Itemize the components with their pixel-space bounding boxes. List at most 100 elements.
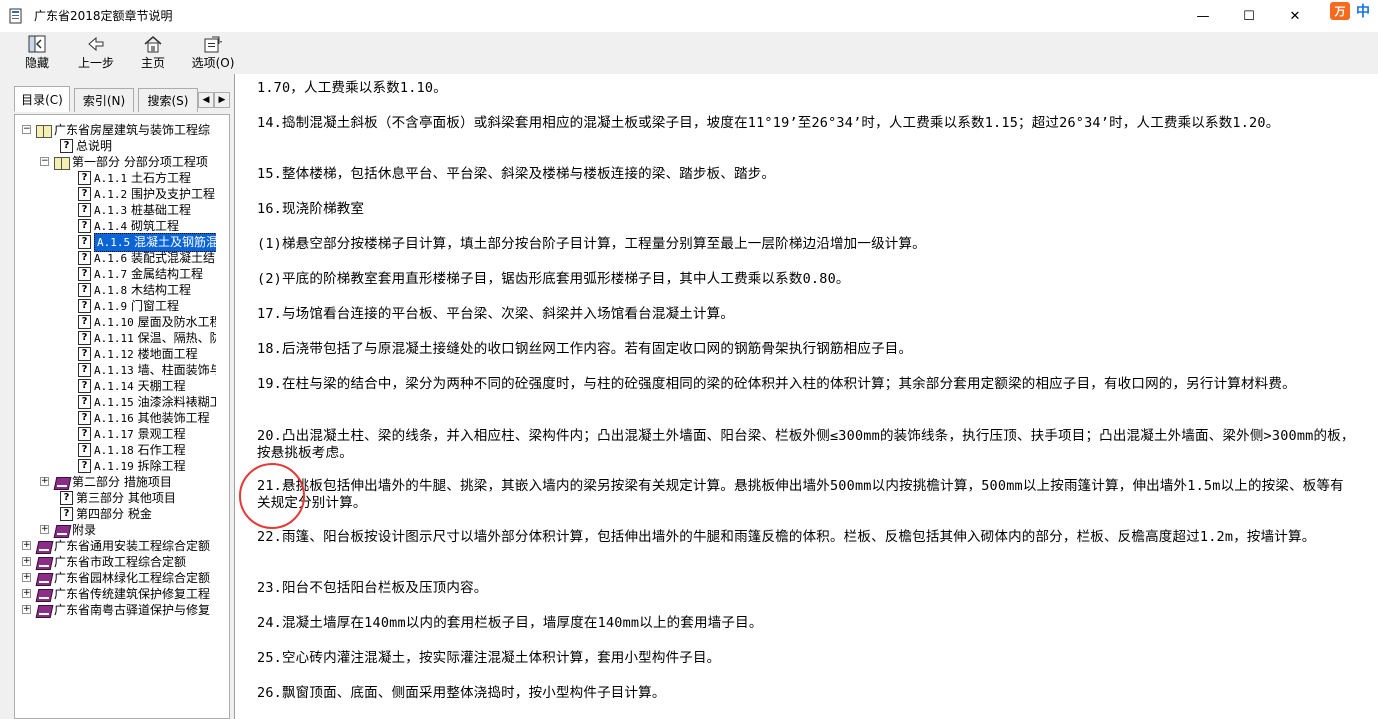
item-name: 混凝土及钢筋混	[133, 234, 216, 249]
help-topic-icon: ?	[78, 315, 91, 329]
expand-icon[interactable]: +	[22, 605, 31, 614]
options-icon	[204, 36, 222, 53]
tree-node-a11[interactable]: ? A.1.1 土石方工程	[78, 170, 191, 186]
item-name: 其他装饰工程	[137, 410, 210, 425]
tree-node-a110[interactable]: ? A.1.10 屋面及防水工程	[78, 314, 216, 330]
item-code: A.1.15	[94, 395, 134, 409]
item-code: A.1.19	[94, 459, 134, 473]
expand-icon[interactable]: +	[22, 589, 31, 598]
paragraph-14: 14.捣制混凝土斜板（不含亭面板）或斜梁套用相应的混凝土板或梁子目，坡度在11°…	[257, 115, 1280, 131]
tree-node-a16[interactable]: ? A.1.6 装配式混凝土结	[78, 250, 215, 266]
back-button[interactable]: 上一步	[76, 34, 116, 74]
help-topic-icon: ?	[78, 443, 91, 457]
topic-content[interactable]: 1.70，人工费乘以系数1.10。 14.捣制混凝土斜板（不含亭面板）或斜梁套用…	[234, 74, 1378, 719]
tree-node-label: 总说明	[76, 139, 113, 153]
tree-node-ancient-road[interactable]: + 广东省南粤古驿道保护与修复	[22, 602, 210, 618]
item-name: 保温、隔热、防	[137, 330, 216, 345]
minimize-button[interactable]: —	[1180, 0, 1226, 32]
tree-node-a119[interactable]: ? A.1.19 拆除工程	[78, 458, 186, 474]
item-name: 木结构工程	[130, 282, 191, 297]
item-code: A.1.16	[94, 411, 134, 425]
open-book-icon	[36, 124, 52, 138]
ime-language-indicator[interactable]: 中	[1356, 1, 1370, 21]
item-name: 门窗工程	[130, 298, 179, 313]
tree-node-a13[interactable]: ? A.1.3 桩基础工程	[78, 202, 191, 218]
tree-node-part4[interactable]: ? 第四部分 税金	[60, 506, 152, 522]
help-topic-icon: ?	[60, 507, 73, 521]
back-arrow-icon	[88, 36, 104, 52]
closed-book-icon	[36, 588, 51, 601]
options-button[interactable]: 选项(O)	[190, 34, 236, 74]
expand-icon[interactable]: +	[22, 557, 31, 566]
tree-node-a17[interactable]: ? A.1.7 金属结构工程	[78, 266, 203, 282]
hide-pane-icon	[28, 35, 46, 53]
paragraph-23: 23.阳台不包括阳台栏板及压顶内容。	[257, 580, 488, 596]
tree-node-traditional[interactable]: + 广东省传统建筑保护修复工程	[22, 586, 210, 602]
tree-node-a112[interactable]: ? A.1.12 楼地面工程	[78, 346, 198, 362]
tree-node-a15-selected[interactable]: ? A.1.5 混凝土及钢筋混	[78, 232, 216, 252]
tree-node-landscape[interactable]: + 广东省园林绿化工程综合定额	[22, 570, 210, 586]
ime-logo-icon[interactable]: 万	[1330, 2, 1350, 20]
collapse-icon[interactable]: −	[40, 157, 49, 166]
item-name: 天棚工程	[137, 378, 186, 393]
help-topic-icon: ?	[60, 491, 73, 505]
tree-node-a111[interactable]: ? A.1.11 保温、隔热、防	[78, 330, 216, 346]
help-topic-icon: ?	[78, 219, 91, 233]
minimize-icon: —	[1196, 8, 1210, 24]
closed-book-icon	[36, 572, 51, 585]
collapse-icon[interactable]: −	[22, 125, 31, 134]
maximize-button[interactable]: ☐	[1226, 0, 1272, 32]
help-app-icon	[9, 8, 22, 24]
closed-book-icon	[54, 476, 69, 489]
expand-icon[interactable]: +	[40, 525, 49, 534]
tree-node-a118[interactable]: ? A.1.18 石作工程	[78, 442, 186, 458]
tree-node-a19[interactable]: ? A.1.9 门窗工程	[78, 298, 179, 314]
tree-node-a114[interactable]: ? A.1.14 天棚工程	[78, 378, 186, 394]
item-code: A.1.13	[94, 363, 134, 377]
home-icon	[144, 36, 162, 53]
tree-node-a115[interactable]: ? A.1.15 油漆涂料裱糊工	[78, 394, 216, 410]
item-name: 装配式混凝土结	[130, 250, 215, 265]
paragraph-26: 26.飘窗顶面、底面、侧面采用整体浇捣时，按小型构件子目计算。	[257, 685, 666, 701]
item-code: A.1.18	[94, 443, 134, 457]
help-topic-icon: ?	[78, 203, 91, 217]
home-button[interactable]: 主页	[138, 34, 168, 74]
tree-node-part3[interactable]: ? 第三部分 其他项目	[60, 490, 176, 506]
tree-node-a116[interactable]: ? A.1.16 其他装饰工程	[78, 410, 210, 426]
expand-icon[interactable]: +	[22, 541, 31, 550]
paragraph-22: 22.雨篷、阳台板按设计图示尺寸以墙外部分体积计算，包括伸出墙外的牛腿和雨篷反檐…	[257, 529, 1316, 545]
tree-node-a117[interactable]: ? A.1.17 景观工程	[78, 426, 186, 442]
paragraph-21: 21.悬挑板包括伸出墙外的牛腿、挑梁，其嵌入墙内的梁另按梁有关规定计算。悬挑板伸…	[257, 478, 1344, 511]
item-code: A.1.3	[94, 203, 128, 217]
tab-index[interactable]: 索引(N)	[74, 88, 134, 112]
tree-node-label: 广东省传统建筑保护修复工程	[54, 587, 211, 601]
tab-scroll-right-icon[interactable]: ▶	[214, 92, 230, 108]
tree-node-label: 附录	[72, 523, 97, 537]
tree-node-part1[interactable]: − 第一部分 分部分项工程项	[40, 154, 208, 170]
expand-icon[interactable]: +	[40, 477, 49, 486]
tree-node-install[interactable]: + 广东省通用安装工程综合定额	[22, 538, 210, 554]
item-name: 土石方工程	[130, 170, 191, 185]
hide-button[interactable]: 隐藏	[22, 34, 52, 74]
tree-node-root[interactable]: − 广东省房屋建筑与装饰工程综	[22, 122, 210, 138]
tab-scroll-left-icon[interactable]: ◀	[198, 92, 214, 108]
tree-node-a18[interactable]: ? A.1.8 木结构工程	[78, 282, 191, 298]
tree-node-label: 第三部分 其他项目	[76, 491, 176, 505]
item-code: A.1.17	[94, 427, 134, 441]
tree-node-label: 第四部分 税金	[76, 507, 152, 521]
tree-node-appendix[interactable]: + 附录	[40, 522, 96, 538]
annotation-circle	[239, 463, 305, 529]
contents-tree[interactable]: − 广东省房屋建筑与装饰工程综 ? 总说明 − 第一部分 分部分项工程项 ? A.…	[18, 122, 216, 622]
tree-node-a12[interactable]: ? A.1.2 围护及支护工程	[78, 186, 215, 202]
close-button[interactable]: ✕	[1272, 0, 1318, 32]
item-name: 金属结构工程	[130, 266, 203, 281]
expand-icon[interactable]: +	[22, 573, 31, 582]
tree-node-label: 广东省园林绿化工程综合定额	[54, 571, 211, 585]
tab-contents[interactable]: 目录(C)	[14, 86, 70, 112]
tree-node-general[interactable]: ? 总说明	[60, 138, 112, 154]
tree-node-a113[interactable]: ? A.1.13 墙、柱面装饰与	[78, 362, 216, 378]
tree-node-municipal[interactable]: + 广东省市政工程综合定额	[22, 554, 186, 570]
paragraph-25: 25.空心砖内灌注混凝土，按实际灌注混凝土体积计算，套用小型构件子目。	[257, 650, 721, 666]
tab-search[interactable]: 搜索(S)	[138, 88, 198, 112]
tree-node-part2[interactable]: + 第二部分 措施项目	[40, 474, 172, 490]
